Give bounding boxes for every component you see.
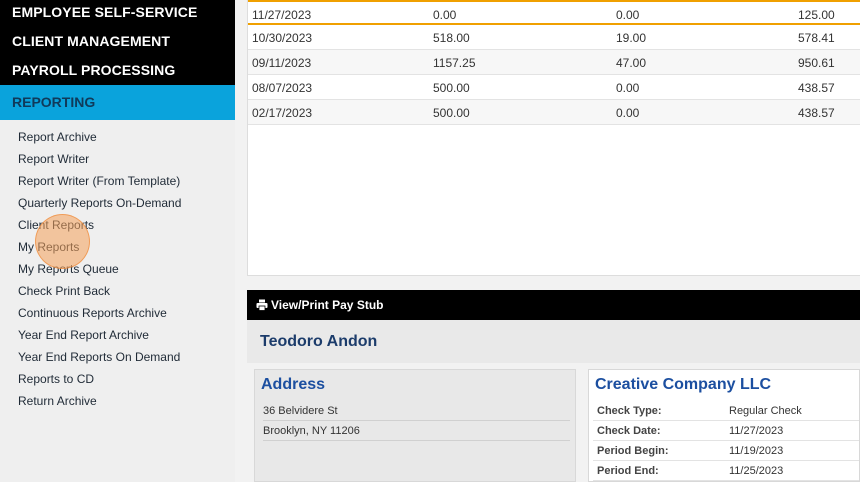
nav-employee-self-service[interactable]: EMPLOYEE SELF-SERVICE	[0, 3, 235, 32]
cell-value: 500.00	[433, 106, 470, 120]
address-panel: Address 36 Belvidere St Brooklyn, NY 112…	[254, 369, 576, 482]
reporting-submenu: Report Archive Report Writer Report Writ…	[0, 120, 235, 412]
address-line-1: 36 Belvidere St	[263, 401, 570, 421]
cell-date: 10/30/2023	[252, 31, 313, 45]
sub-item-check-print-back[interactable]: Check Print Back	[0, 280, 235, 302]
cell-date: 02/17/2023	[252, 106, 313, 120]
sidebar: EMPLOYEE SELF-SERVICE CLIENT MANAGEMENT …	[0, 0, 235, 482]
table-row[interactable]: 08/07/2023 500.00 0.00 438.57	[248, 75, 860, 100]
cell-value: 500.00	[433, 81, 470, 95]
address-title: Address	[261, 376, 326, 393]
company-panel: Creative Company LLC Check Type: Regular…	[588, 369, 860, 482]
sub-item-continuous-reports-archive[interactable]: Continuous Reports Archive	[0, 302, 235, 324]
sub-item-reports-to-cd[interactable]: Reports to CD	[0, 368, 235, 390]
employee-name-bar: Teodoro Andon	[247, 320, 860, 363]
field-value: 11/27/2023	[729, 425, 784, 437]
cell-value: 19.00	[616, 31, 647, 45]
field-label: Check Date:	[597, 425, 661, 437]
cell-value: 0.00	[616, 106, 640, 120]
check-type-row: Check Type: Regular Check	[593, 401, 859, 421]
nav-reporting[interactable]: REPORTING	[0, 85, 235, 120]
cell-value: 0.00	[616, 81, 640, 95]
sub-item-year-end-reports-on-demand[interactable]: Year End Reports On Demand	[0, 346, 235, 368]
address-line-2: Brooklyn, NY 11206	[263, 421, 570, 441]
printer-icon	[256, 299, 268, 311]
top-nav: EMPLOYEE SELF-SERVICE CLIENT MANAGEMENT …	[0, 0, 235, 85]
view-print-pay-stub-button[interactable]: View/Print Pay Stub	[247, 290, 860, 320]
cell-value: 47.00	[616, 56, 647, 70]
cell-value: 1157.25	[433, 56, 476, 70]
table-row[interactable]: 11/27/2023 0.00 0.00 125.00	[248, 0, 860, 25]
table-row[interactable]: 09/11/2023 1157.25 47.00 950.61	[248, 50, 860, 75]
period-end-row: Period End: 11/25/2023	[593, 461, 859, 481]
cell-value: 438.57	[798, 106, 835, 120]
check-date-row: Check Date: 11/27/2023	[593, 421, 859, 441]
field-label: Period Begin:	[597, 445, 669, 457]
field-value: 11/19/2023	[729, 445, 784, 457]
sub-item-return-archive[interactable]: Return Archive	[0, 390, 235, 412]
cell-date: 08/07/2023	[252, 81, 313, 95]
cell-value: 0.00	[616, 8, 640, 22]
nav-client-management[interactable]: CLIENT MANAGEMENT	[0, 32, 235, 61]
period-begin-row: Period Begin: 11/19/2023	[593, 441, 859, 461]
cell-value: 518.00	[433, 31, 470, 45]
table-row[interactable]: 10/30/2023 518.00 19.00 578.41	[248, 25, 860, 50]
field-label: Period End:	[597, 465, 659, 477]
cell-date: 09/11/2023	[252, 56, 312, 70]
sub-item-my-reports[interactable]: My Reports	[0, 236, 235, 258]
sub-item-my-reports-queue[interactable]: My Reports Queue	[0, 258, 235, 280]
sub-item-report-writer-template[interactable]: Report Writer (From Template)	[0, 170, 235, 192]
cell-value: 438.57	[798, 81, 835, 95]
field-value: 11/25/2023	[729, 465, 784, 477]
cell-value: 0.00	[433, 8, 457, 22]
cell-value: 578.41	[798, 31, 835, 45]
main-content: 11/27/2023 0.00 0.00 125.00 10/30/2023 5…	[235, 0, 860, 482]
sub-item-report-writer[interactable]: Report Writer	[0, 148, 235, 170]
view-print-label: View/Print Pay Stub	[271, 298, 384, 312]
pay-history-table: 11/27/2023 0.00 0.00 125.00 10/30/2023 5…	[247, 0, 860, 276]
field-value: Regular Check	[729, 405, 802, 417]
sub-item-quarterly-reports[interactable]: Quarterly Reports On-Demand	[0, 192, 235, 214]
cell-date: 11/27/2023	[252, 8, 312, 22]
sub-item-year-end-report-archive[interactable]: Year End Report Archive	[0, 324, 235, 346]
cell-value: 125.00	[798, 8, 835, 22]
sub-item-client-reports[interactable]: Client Reports	[0, 214, 235, 236]
field-label: Check Type:	[597, 405, 662, 417]
cell-value: 950.61	[798, 56, 835, 70]
company-name: Creative Company LLC	[595, 376, 772, 393]
employee-name: Teodoro Andon	[260, 333, 378, 350]
table-row[interactable]: 02/17/2023 500.00 0.00 438.57	[248, 100, 860, 125]
sub-item-report-archive[interactable]: Report Archive	[0, 126, 235, 148]
